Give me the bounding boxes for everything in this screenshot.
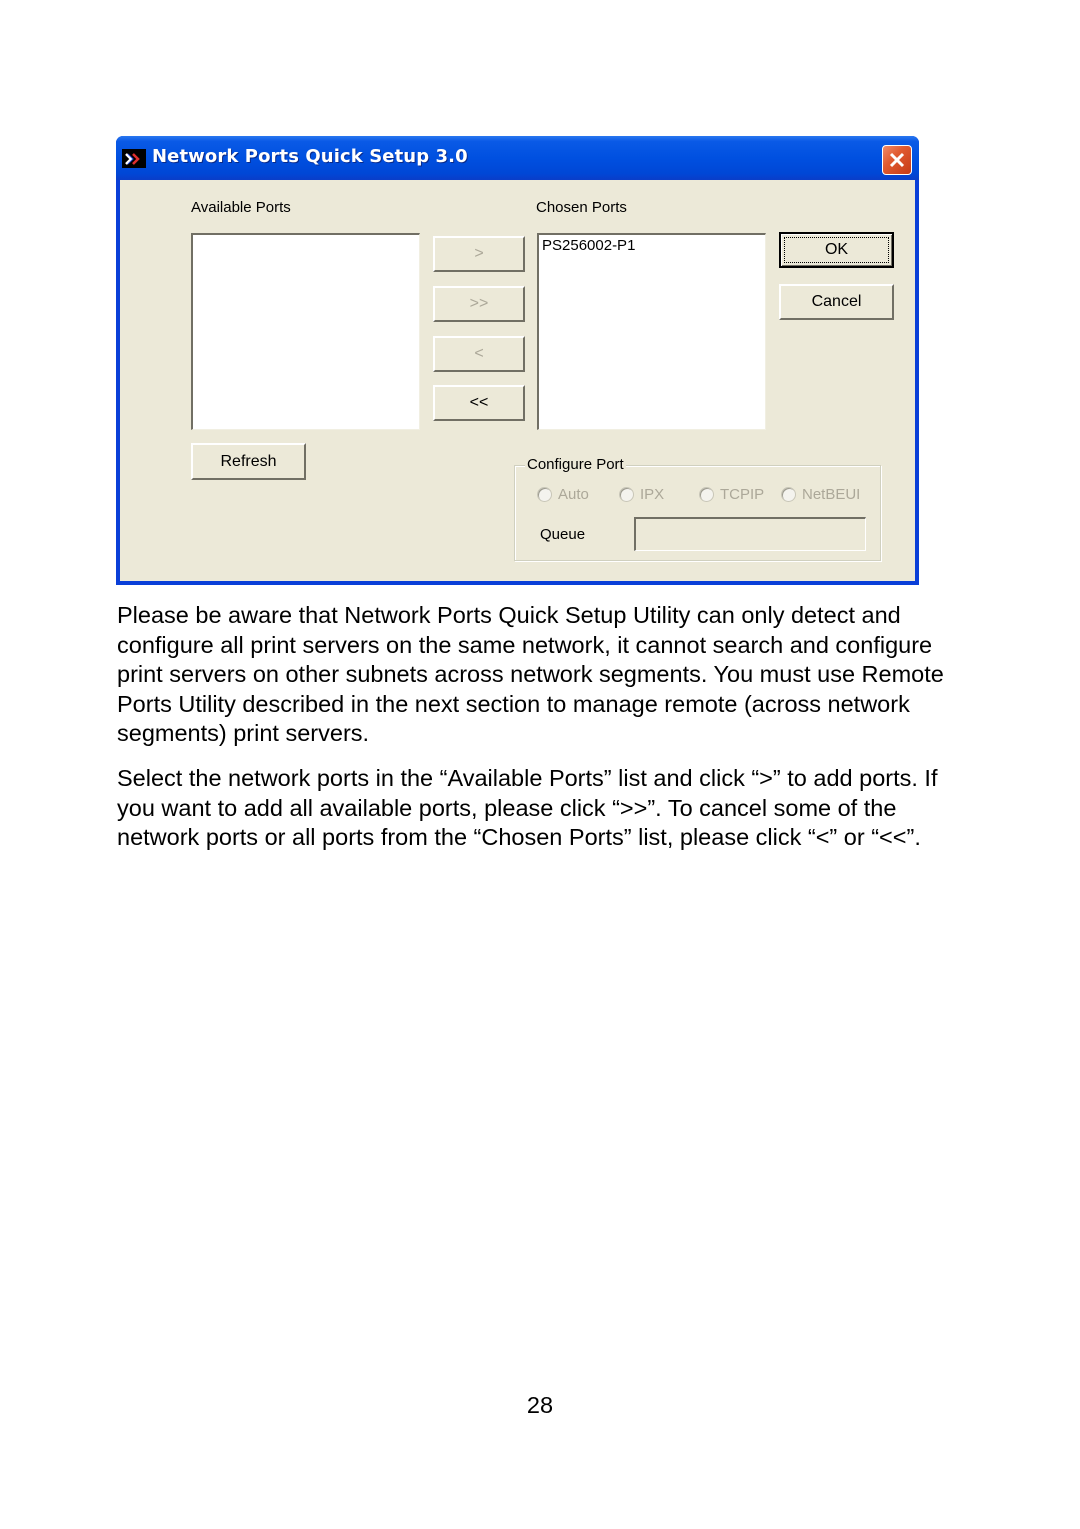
radio-ipx[interactable]: IPX bbox=[619, 486, 664, 503]
refresh-button[interactable]: Refresh bbox=[191, 443, 306, 480]
queue-label: Queue bbox=[540, 526, 586, 543]
dialog-body: Available Ports > >> < << Chosen Ports P… bbox=[120, 180, 915, 581]
cancel-button[interactable]: Cancel bbox=[779, 284, 894, 320]
paragraph-port-selection: Select the network ports in the “Availab… bbox=[117, 765, 938, 851]
close-button[interactable] bbox=[882, 145, 912, 175]
close-icon bbox=[889, 152, 905, 168]
radio-auto[interactable]: Auto bbox=[537, 486, 589, 503]
network-ports-quick-setup-dialog: Network Ports Quick Setup 3.0 Available … bbox=[116, 136, 919, 585]
chosen-ports-label: Chosen Ports bbox=[536, 199, 627, 216]
queue-input[interactable] bbox=[634, 517, 866, 551]
paragraph-network-limitation: Please be aware that Network Ports Quick… bbox=[117, 602, 944, 747]
chosen-ports-list[interactable]: PS256002-P1 bbox=[537, 233, 766, 430]
page-number: 28 bbox=[526, 1392, 554, 1418]
ok-button-label: OK bbox=[784, 237, 889, 263]
remove-port-button[interactable]: < bbox=[433, 336, 525, 372]
radio-netbeui[interactable]: NetBEUI bbox=[781, 486, 860, 503]
add-all-ports-button[interactable]: >> bbox=[433, 286, 525, 322]
list-item[interactable]: PS256002-P1 bbox=[539, 235, 765, 256]
ok-button[interactable]: OK bbox=[779, 232, 894, 268]
double-chevron-icon bbox=[122, 149, 146, 168]
radio-auto-label: Auto bbox=[558, 486, 589, 503]
available-ports-list[interactable] bbox=[191, 233, 420, 430]
radio-circle-icon bbox=[699, 487, 714, 502]
add-port-button[interactable]: > bbox=[433, 236, 525, 272]
configure-port-group: Configure Port Auto IPX TCPIP NetBEUI Qu… bbox=[514, 456, 881, 561]
radio-circle-icon bbox=[619, 487, 634, 502]
radio-tcpip[interactable]: TCPIP bbox=[699, 486, 764, 503]
radio-netbeui-label: NetBEUI bbox=[802, 486, 861, 503]
radio-circle-icon bbox=[537, 487, 552, 502]
available-ports-label: Available Ports bbox=[191, 199, 291, 216]
window-title: Network Ports Quick Setup 3.0 bbox=[152, 146, 468, 167]
configure-port-label: Configure Port bbox=[525, 456, 626, 473]
radio-circle-icon bbox=[781, 487, 796, 502]
title-bar[interactable]: Network Ports Quick Setup 3.0 bbox=[116, 136, 919, 180]
radio-ipx-label: IPX bbox=[640, 486, 665, 503]
radio-tcpip-label: TCPIP bbox=[720, 486, 765, 503]
remove-all-ports-button[interactable]: << bbox=[433, 385, 525, 421]
